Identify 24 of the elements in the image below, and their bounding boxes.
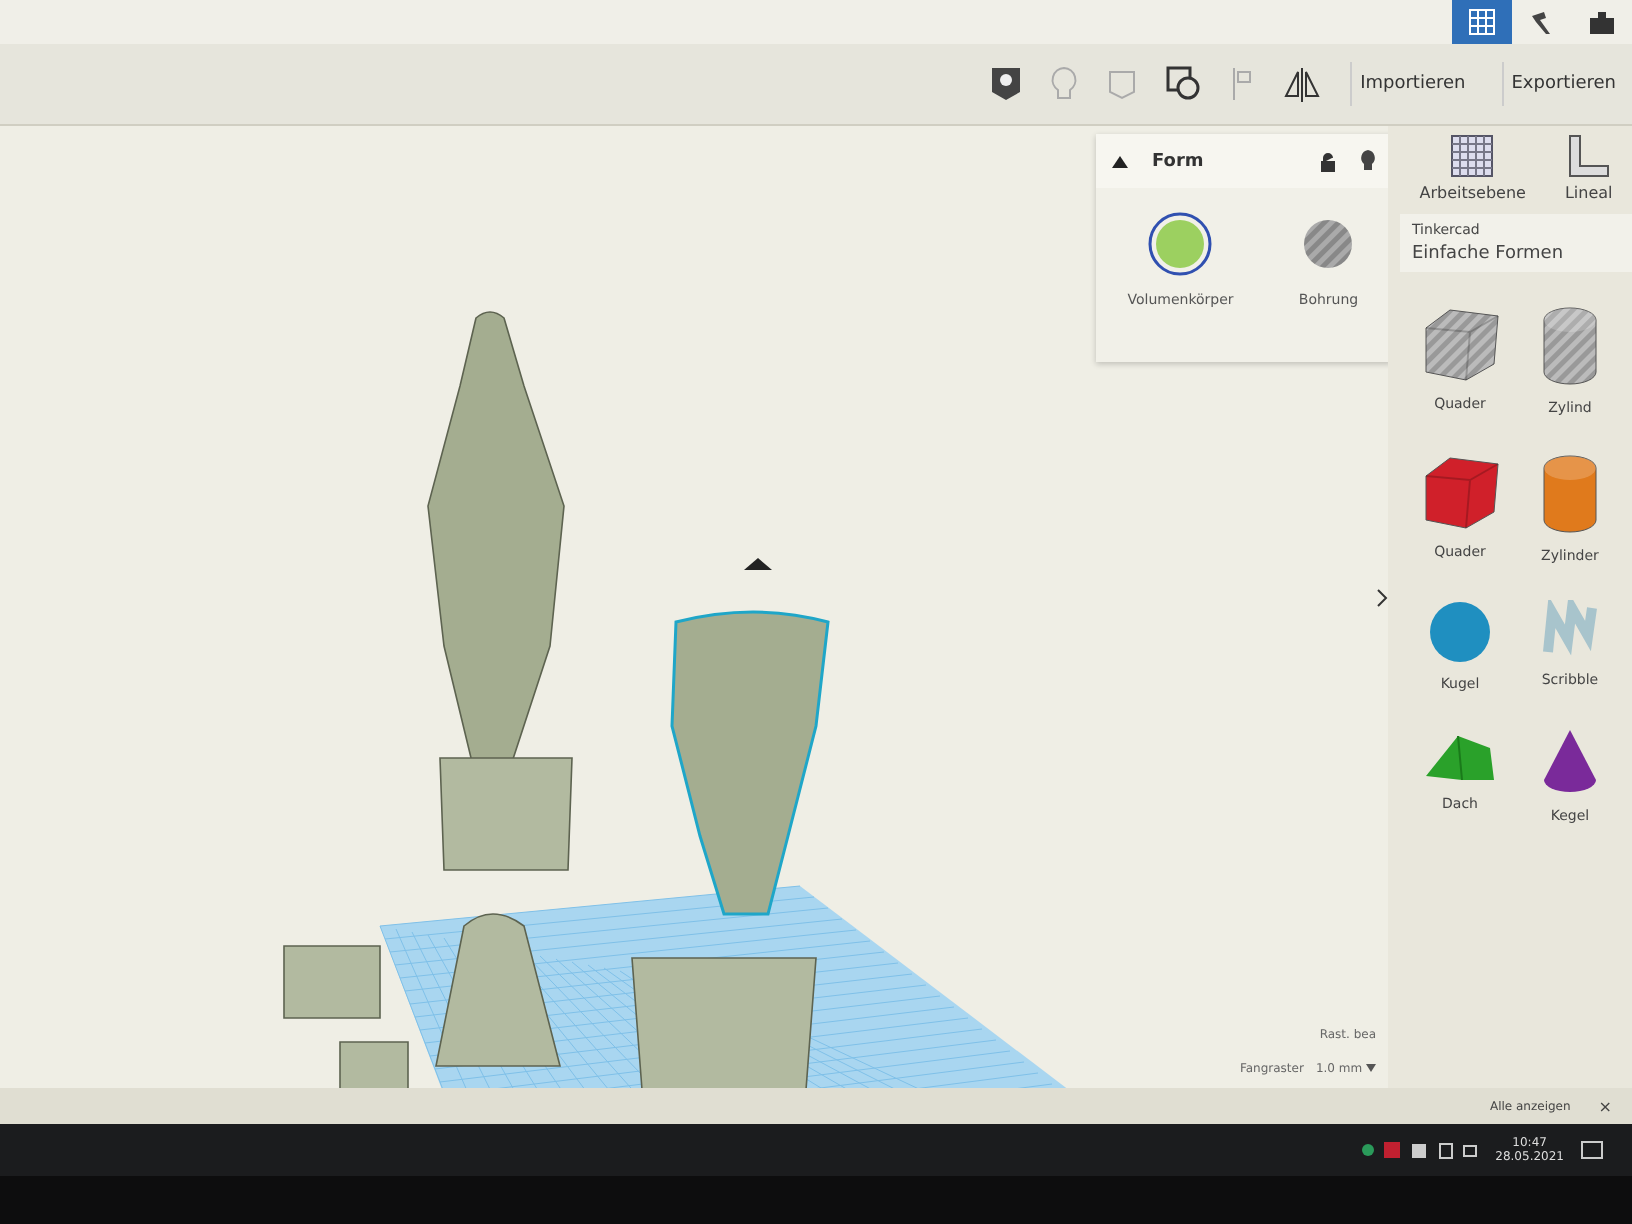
- comment-icon[interactable]: [990, 66, 1023, 102]
- scribble-icon: [1540, 600, 1600, 660]
- mirror-icon[interactable]: [1282, 66, 1323, 102]
- lock-icon[interactable]: [1320, 151, 1336, 171]
- collapse-icon[interactable]: [1112, 155, 1128, 167]
- cylinder-icon: [1540, 304, 1600, 388]
- sphere-icon: [1428, 600, 1492, 664]
- tool-label[interactable]: Lineal: [1564, 184, 1613, 202]
- notification-icon[interactable]: [1580, 1140, 1604, 1160]
- group-icon[interactable]: [1166, 66, 1203, 102]
- tray-icons-drawing: [1359, 1140, 1480, 1160]
- panel-title: Form: [1152, 151, 1206, 171]
- solid-swatch[interactable]: [1148, 212, 1213, 276]
- cone-icon: [1540, 728, 1600, 796]
- grid-view-icon[interactable]: [1452, 0, 1512, 44]
- caret-icon: [1366, 1064, 1376, 1072]
- ruler-icon: [1566, 134, 1611, 178]
- tool-label[interactable]: Arbeitsebene: [1419, 184, 1526, 202]
- grid-icon: [1450, 134, 1495, 178]
- light-bulb-icon[interactable]: [1360, 150, 1376, 172]
- close-button[interactable]: ×: [1598, 1097, 1612, 1115]
- toolbar-button[interactable]: Importieren: [1350, 62, 1474, 106]
- cylinder-icon: [1540, 452, 1600, 536]
- toolbar-button[interactable]: Exportieren: [1501, 62, 1624, 106]
